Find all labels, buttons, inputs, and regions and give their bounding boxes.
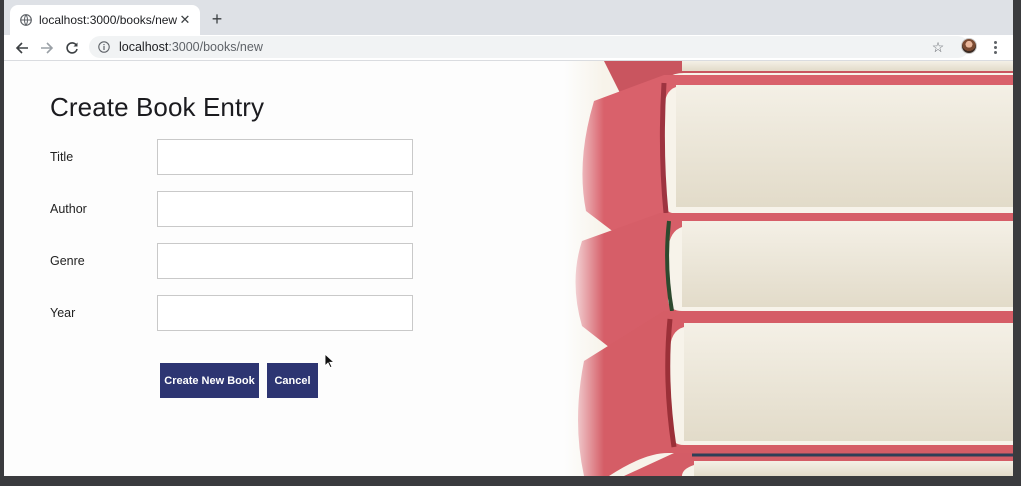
info-icon[interactable] [98,41,110,53]
browser-toolbar: localhost:3000/books/new ☆ [4,35,1013,61]
tab-strip: localhost:3000/books/new ✕ + [4,0,1013,35]
plus-icon[interactable]: + [207,9,227,29]
page-title: Create Book Entry [50,92,265,122]
mouse-cursor-icon [324,352,336,369]
form-row-genre: Genre [50,243,430,279]
reload-icon[interactable] [62,38,82,58]
title-label: Title [50,150,74,164]
year-label: Year [50,306,76,320]
page-content: Create Book Entry Title Author Genre Yea… [4,61,1013,476]
globe-icon [20,14,32,26]
genre-input[interactable] [157,243,413,279]
author-input[interactable] [157,191,413,227]
close-icon[interactable]: ✕ [178,12,192,27]
title-input[interactable] [157,139,413,175]
address-bar[interactable]: localhost:3000/books/new [89,36,969,58]
create-new-book-button[interactable]: Create New Book [160,363,259,398]
browser-window: localhost:3000/books/new ✕ + localhost:3… [4,0,1013,476]
star-icon[interactable]: ☆ [930,39,946,55]
genre-label: Genre [50,254,85,268]
year-input[interactable] [157,295,413,331]
browser-tab[interactable]: localhost:3000/books/new ✕ [10,5,200,35]
avatar[interactable] [961,38,977,54]
author-label: Author [50,202,87,216]
cancel-button[interactable]: Cancel [267,363,318,398]
form-row-year: Year [50,295,430,331]
form-row-title: Title [50,139,430,175]
url-text: localhost:3000/books/new [119,40,263,54]
forward-arrow-icon[interactable] [37,38,57,58]
form-row-author: Author [50,191,430,227]
book-stack-image [564,61,1013,476]
back-arrow-icon[interactable] [12,38,32,58]
tab-title: localhost:3000/books/new [39,13,178,27]
kebab-menu-icon[interactable] [990,39,1000,55]
